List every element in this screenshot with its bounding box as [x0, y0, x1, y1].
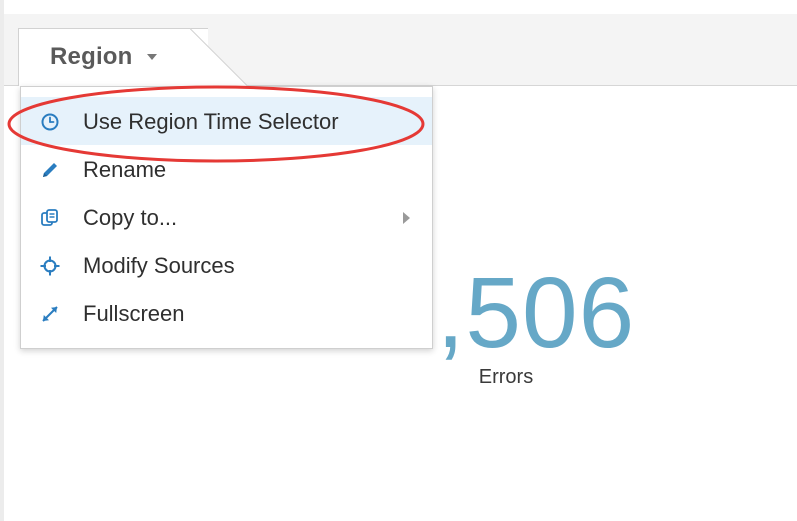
widget-title-tab-slant: [190, 28, 250, 86]
top-strip: [4, 0, 797, 14]
menu-item-label: Fullscreen: [83, 301, 185, 326]
copy-icon: [39, 207, 61, 229]
metric-value: 4,506: [380, 257, 636, 369]
dashboard-viewport: Region 4,506 Errors Use Region Time Sele…: [0, 0, 797, 521]
widget-title[interactable]: Region: [50, 43, 133, 71]
menu-item-use-region-time-selector[interactable]: Use Region Time Selector: [21, 97, 432, 145]
menu-item-label: Copy to...: [83, 205, 178, 230]
menu-item-modify-sources[interactable]: Modify Sources: [21, 241, 432, 289]
pencil-icon: [39, 159, 61, 181]
menu-item-rename[interactable]: Rename: [21, 145, 432, 193]
menu-item-label: Modify Sources: [83, 253, 235, 278]
chevron-down-icon[interactable]: [147, 54, 157, 60]
clock-icon: [39, 111, 61, 133]
menu-item-copy-to[interactable]: Copy to...: [21, 193, 432, 241]
menu-item-fullscreen[interactable]: Fullscreen: [21, 289, 432, 337]
menu-item-label: Rename: [83, 157, 167, 182]
widget-context-menu: Use Region Time Selector Rename Copy to.…: [20, 86, 433, 349]
metric-label: Errors: [478, 366, 534, 388]
expand-icon: [39, 303, 61, 325]
chevron-right-icon: [403, 212, 410, 224]
crosshair-icon: [39, 255, 61, 277]
menu-item-label: Use Region Time Selector: [83, 109, 339, 134]
